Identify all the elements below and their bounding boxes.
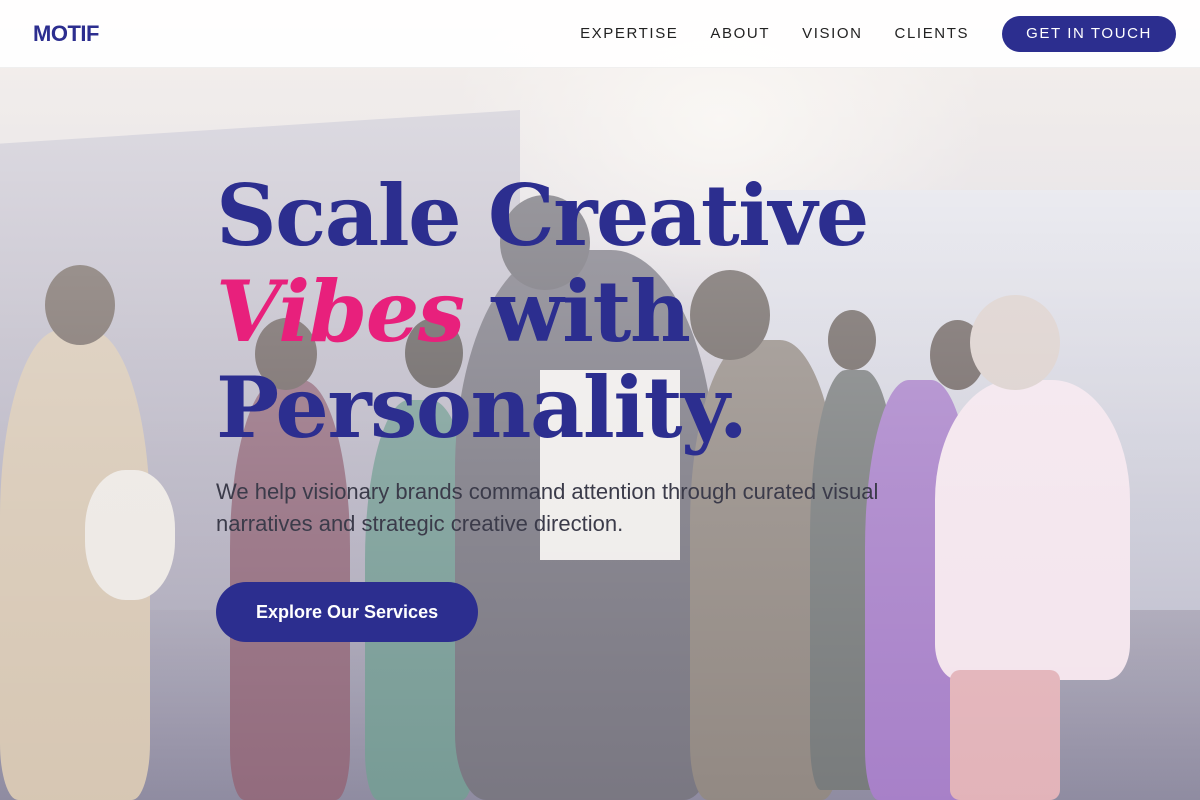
headline-line-1: Scale Creative xyxy=(216,166,869,265)
hero-headline: Scale Creative Vibes with Personality. xyxy=(216,168,976,456)
nav-link-expertise[interactable]: EXPERTISE xyxy=(580,25,678,42)
headline-line-3: Personality. xyxy=(216,358,748,457)
nav-link-about[interactable]: ABOUT xyxy=(710,25,770,42)
nav-link-vision[interactable]: VISION xyxy=(802,25,862,42)
get-in-touch-button[interactable]: GET IN TOUCH xyxy=(1002,15,1176,52)
headline-line-2-rest: with xyxy=(463,262,691,361)
logo[interactable]: MOTIF xyxy=(33,21,99,47)
hero-subtitle: We help visionary brands command attenti… xyxy=(216,479,879,536)
explore-services-button[interactable]: Explore Our Services xyxy=(216,582,479,642)
top-nav: MOTIF EXPERTISE ABOUT VISION CLIENTS GET… xyxy=(0,0,1200,68)
landing-page: MOTIF EXPERTISE ABOUT VISION CLIENTS GET… xyxy=(0,0,1200,800)
headline-accent-word: Vibes xyxy=(216,262,465,361)
nav-links: EXPERTISE ABOUT VISION CLIENTS GET IN TO… xyxy=(548,15,1176,52)
hero-content: Scale Creative Vibes with Personality. W… xyxy=(216,168,976,642)
nav-link-clients[interactable]: CLIENTS xyxy=(895,25,970,42)
